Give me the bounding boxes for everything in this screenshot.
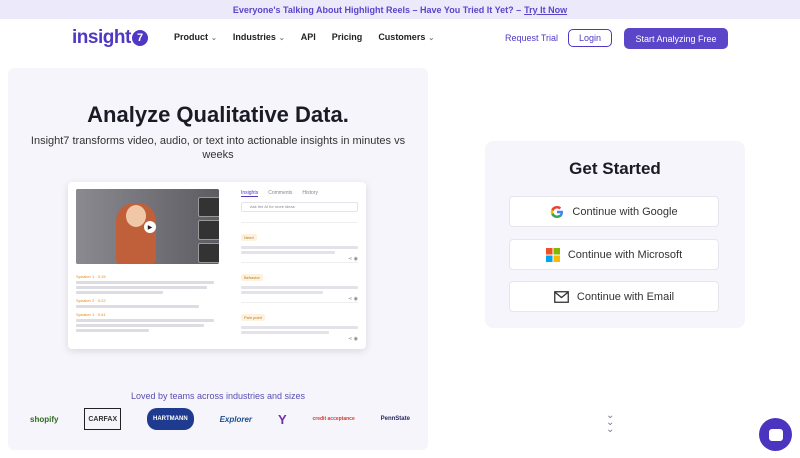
chat-bubble <box>768 428 783 441</box>
chevrons-down-icon[interactable]: ⌄ ⌄ ⌄ <box>606 411 614 435</box>
chevron-down-icon: ⌄ <box>428 35 435 42</box>
explorer-logo: Explorer <box>219 414 253 424</box>
insight-tag: Behavior <box>241 274 263 281</box>
text-line <box>76 324 204 327</box>
try-it-now-link[interactable]: Try It Now <box>524 5 567 15</box>
participant-thumbnails <box>198 197 219 263</box>
text-line <box>76 286 207 289</box>
nav-item-label: Product <box>174 32 209 42</box>
logo-mark: 7 <box>131 30 148 46</box>
thumbnail <box>198 220 219 240</box>
speaker-label: Speaker 1 · 0:15 <box>76 274 106 279</box>
loved-by-text: Loved by teams across industries and siz… <box>130 391 306 401</box>
continue-with-google-button[interactable]: Continue with Google <box>509 196 719 227</box>
tab-insights[interactable]: Insights <box>241 190 259 197</box>
nav-item-label: Industries <box>232 32 276 42</box>
play-icon[interactable]: ▶ <box>144 221 156 233</box>
email-button-label: Continue with Email <box>576 290 675 303</box>
text-line <box>76 281 214 284</box>
top-nav: insight 7 Product ⌄ Industries ⌄ API Prici… <box>0 19 800 59</box>
nav-item-customers[interactable]: Customers ⌄ <box>378 32 434 42</box>
speaker-label: Speaker 1 · 0:41 <box>76 312 106 317</box>
insight-card[interactable]: Pain point ⋖ ◉ <box>241 302 358 342</box>
text-line <box>76 319 214 322</box>
chat-icon[interactable] <box>759 418 792 451</box>
microsoft-icon <box>545 247 560 262</box>
text-line <box>76 291 163 294</box>
insight-card[interactable]: Behavior ⋖ ◉ <box>241 262 358 302</box>
customer-logos: shopify CARFAX HARTMANN Explorer Y credi… <box>30 408 410 430</box>
credit-acceptance-logo: credit acceptance <box>312 416 355 422</box>
nav-item-pricing[interactable]: Pricing <box>332 32 363 42</box>
share-icon[interactable]: ⋖ ◉ <box>241 336 358 342</box>
tab-comments[interactable]: Comments <box>268 190 292 197</box>
video-face <box>126 205 146 227</box>
get-started-title: Get Started <box>569 159 661 178</box>
nav-item-product[interactable]: Product ⌄ <box>174 32 217 42</box>
google-button-label: Continue with Google <box>572 205 678 218</box>
mail-icon <box>553 290 569 303</box>
text-line <box>241 286 358 289</box>
nav-item-label: Customers <box>378 32 426 42</box>
nav-item-api[interactable]: API <box>301 32 316 42</box>
text-line <box>76 329 149 332</box>
speaker-label: Speaker 2 · 0:22 <box>76 298 106 303</box>
insight-tag: Pain point <box>241 314 265 321</box>
pennstate-logo: PennState <box>380 416 410 422</box>
hero-title: Analyze Qualitative Data. <box>87 102 349 127</box>
text-line <box>241 331 329 334</box>
ymca-logo: Y <box>277 411 287 427</box>
announcement-bar: Everyone's Talking About Highlight Reels… <box>0 0 800 19</box>
ai-search-input[interactable]: Ask the AI for more ideas <box>241 202 358 212</box>
text-line <box>241 251 335 254</box>
nav-item-label: Pricing <box>331 32 363 42</box>
chevron-down-icon: ⌄ <box>211 35 217 42</box>
nav-item-industries[interactable]: Industries ⌄ <box>233 32 285 42</box>
transcript: Speaker 1 · 0:15 Speaker 2 · 0:22 Speake… <box>76 270 221 332</box>
text-line <box>241 326 358 329</box>
video-player[interactable]: ▶ <box>76 189 219 264</box>
product-screenshot: ▶ Speaker 1 · 0:15 Speaker 2 · 0:22 Spea… <box>68 182 366 349</box>
insight-tag: Need <box>241 234 257 241</box>
announcement-text: Everyone's Talking About Highlight Reels… <box>232 4 522 15</box>
hero-subtitle: Insight7 transforms video, audio, or tex… <box>30 135 406 161</box>
request-trial-link[interactable]: Request Trial <box>505 33 558 43</box>
thumbnail <box>198 243 219 263</box>
logo-text: insight <box>72 27 131 48</box>
text-line <box>76 305 200 308</box>
chevron-down-icon: ⌄ <box>278 35 285 42</box>
insight7-logo[interactable]: insight 7 <box>72 27 148 49</box>
login-button[interactable]: Login <box>568 29 612 47</box>
nav-item-label: API <box>300 32 316 42</box>
continue-with-email-button[interactable]: Continue with Email <box>509 281 719 312</box>
text-line <box>241 246 358 249</box>
shopify-logo: shopify <box>30 414 59 424</box>
tab-history[interactable]: History <box>302 190 318 197</box>
microsoft-button-label: Continue with Microsoft <box>567 248 683 261</box>
carfax-logo: CARFAX <box>84 408 122 430</box>
panel-tabs: Insights Comments History <box>241 190 318 197</box>
text-line <box>241 291 323 294</box>
main-menu: Product ⌄ Industries ⌄ API Pricing Custome… <box>174 32 434 42</box>
google-icon <box>551 205 564 218</box>
continue-with-microsoft-button[interactable]: Continue with Microsoft <box>509 239 719 270</box>
start-analyzing-button[interactable]: Start Analyzing Free <box>624 28 728 49</box>
hartmann-logo: HARTMANN <box>147 408 194 430</box>
thumbnail <box>198 197 219 217</box>
insight-card[interactable]: Need ⋖ ◉ <box>241 222 358 262</box>
